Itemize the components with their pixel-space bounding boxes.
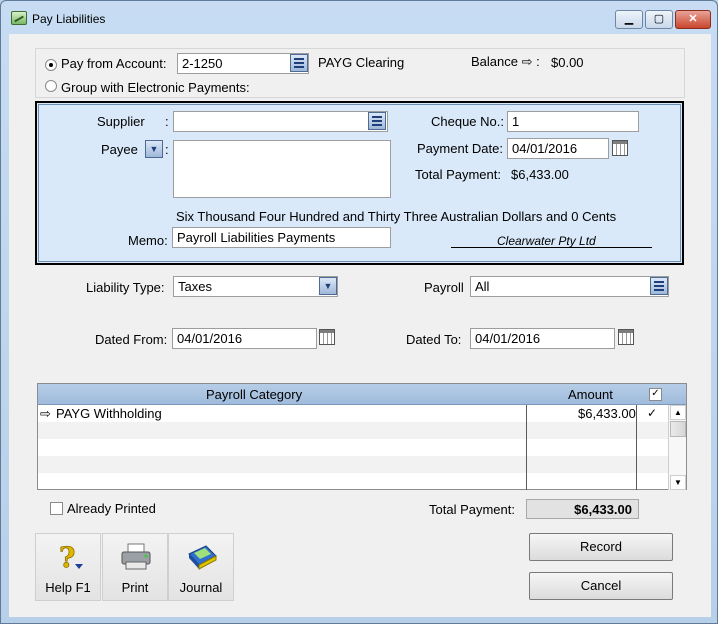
printer-icon — [121, 543, 151, 570]
app-icon — [11, 11, 27, 25]
journal-icon — [188, 545, 217, 570]
table-row[interactable] — [38, 422, 668, 439]
dated-to-label: Dated To: — [406, 332, 462, 347]
amount-in-words: Six Thousand Four Hundred and Thirty Thr… — [176, 209, 617, 224]
memo-label: Memo: — [128, 233, 168, 248]
cheque-no-label: Cheque No.: — [431, 114, 504, 129]
table-scrollbar[interactable]: ▲ ▼ — [668, 405, 686, 490]
table-row[interactable] — [38, 456, 668, 473]
journal-label: Journal — [179, 580, 223, 595]
total-payment-value: $6,433.00 — [511, 167, 569, 182]
help-icon: ? — [59, 542, 83, 572]
pay-from-account-label: Pay from Account: — [61, 56, 167, 71]
row-category: PAYG Withholding — [56, 406, 162, 421]
already-printed-label: Already Printed — [67, 501, 156, 516]
window-title: Pay Liabilities — [32, 12, 106, 26]
print-label: Print — [121, 580, 149, 595]
supplier-colon: : — [165, 114, 169, 129]
row-selected-check-icon[interactable]: ✓ — [647, 406, 657, 420]
maximize-button[interactable]: ▢ — [645, 10, 673, 29]
column-header-amount: Amount — [568, 387, 613, 402]
scroll-up-arrow-icon[interactable]: ▲ — [670, 405, 686, 420]
balance-label: Balance ⇨ : — [471, 54, 540, 69]
account-name: PAYG Clearing — [318, 55, 405, 70]
record-button[interactable]: Record — [529, 533, 673, 561]
footer-total-payment-label: Total Payment: — [429, 502, 515, 517]
payee-label: Payee — [101, 142, 138, 157]
liability-type-select[interactable]: Taxes — [173, 276, 338, 297]
payroll-field[interactable]: All — [470, 276, 669, 297]
header-select-all-checkbox[interactable]: ✓ — [649, 388, 662, 401]
close-button[interactable]: ✕ — [675, 10, 711, 29]
svg-text:?: ? — [59, 542, 75, 572]
balance-value: $0.00 — [551, 55, 584, 70]
help-label: Help F1 — [45, 580, 91, 595]
column-header-payroll-category: Payroll Category — [206, 387, 303, 402]
table-row[interactable]: ⇨ PAYG Withholding $6,433.00 ✓ — [38, 405, 668, 422]
account-list-button[interactable] — [290, 54, 308, 72]
group-electronic-payments-radio[interactable] — [45, 80, 57, 92]
pay-from-account-radio[interactable] — [45, 59, 57, 71]
table-header: Payroll Category Amount ✓ — [38, 384, 686, 405]
footer-total-payment-value: $6,433.00 — [526, 499, 639, 519]
payroll-label: Payroll — [424, 280, 464, 295]
title-bar[interactable]: Pay Liabilities ▁ ▢ ✕ — [1, 1, 717, 34]
total-payment-label: Total Payment: — [415, 167, 501, 182]
dialog-body: Pay from Account: 2-1250 PAYG Clearing B… — [9, 34, 711, 617]
dated-from-label: Dated From: — [95, 332, 168, 347]
signature-line — [451, 247, 652, 248]
cancel-button[interactable]: Cancel — [529, 572, 673, 600]
payee-address-field[interactable] — [173, 140, 391, 198]
dated-from-field[interactable]: 04/01/2016 — [172, 328, 317, 349]
dated-to-calendar-icon[interactable] — [618, 329, 634, 345]
memo-field[interactable]: Payroll Liabilities Payments — [172, 227, 391, 248]
row-pointer-arrow-icon: ⇨ — [40, 406, 51, 421]
signature-text: Clearwater Pty Ltd — [497, 234, 596, 248]
table-row[interactable] — [38, 473, 668, 490]
print-button[interactable]: Print — [102, 533, 168, 601]
table-row[interactable] — [38, 439, 668, 456]
pay-liabilities-window: Pay Liabilities ▁ ▢ ✕ Pay from Account: … — [0, 0, 718, 624]
group-electronic-payments-label: Group with Electronic Payments: — [61, 80, 250, 95]
liability-type-label: Liability Type: — [86, 280, 165, 295]
already-printed-checkbox[interactable] — [50, 502, 63, 515]
calendar-icon[interactable] — [612, 140, 628, 156]
payee-dropdown-button[interactable]: ▼ — [145, 140, 163, 158]
dated-from-calendar-icon[interactable] — [319, 329, 335, 345]
scroll-down-arrow-icon[interactable]: ▼ — [670, 475, 686, 490]
supplier-field[interactable] — [173, 111, 388, 132]
supplier-list-button[interactable] — [368, 112, 386, 130]
minimize-button[interactable]: ▁ — [615, 10, 643, 29]
row-amount: $6,433.00 — [578, 406, 636, 421]
dated-to-field[interactable]: 04/01/2016 — [470, 328, 615, 349]
payroll-list-button[interactable] — [650, 277, 668, 295]
cheque-no-field[interactable]: 1 — [507, 111, 639, 132]
journal-button[interactable]: Journal — [168, 533, 234, 601]
payment-date-label: Payment Date: — [417, 141, 503, 156]
payroll-category-table: Payroll Category Amount ✓ ⇨ PAYG Withhol… — [37, 383, 687, 490]
help-button[interactable]: ? Help F1 — [35, 533, 101, 601]
scroll-thumb[interactable] — [670, 421, 686, 437]
supplier-label: Supplier — [97, 114, 145, 129]
payment-date-field[interactable]: 04/01/2016 — [507, 138, 609, 159]
liability-type-dropdown-button[interactable]: ▼ — [319, 277, 337, 295]
